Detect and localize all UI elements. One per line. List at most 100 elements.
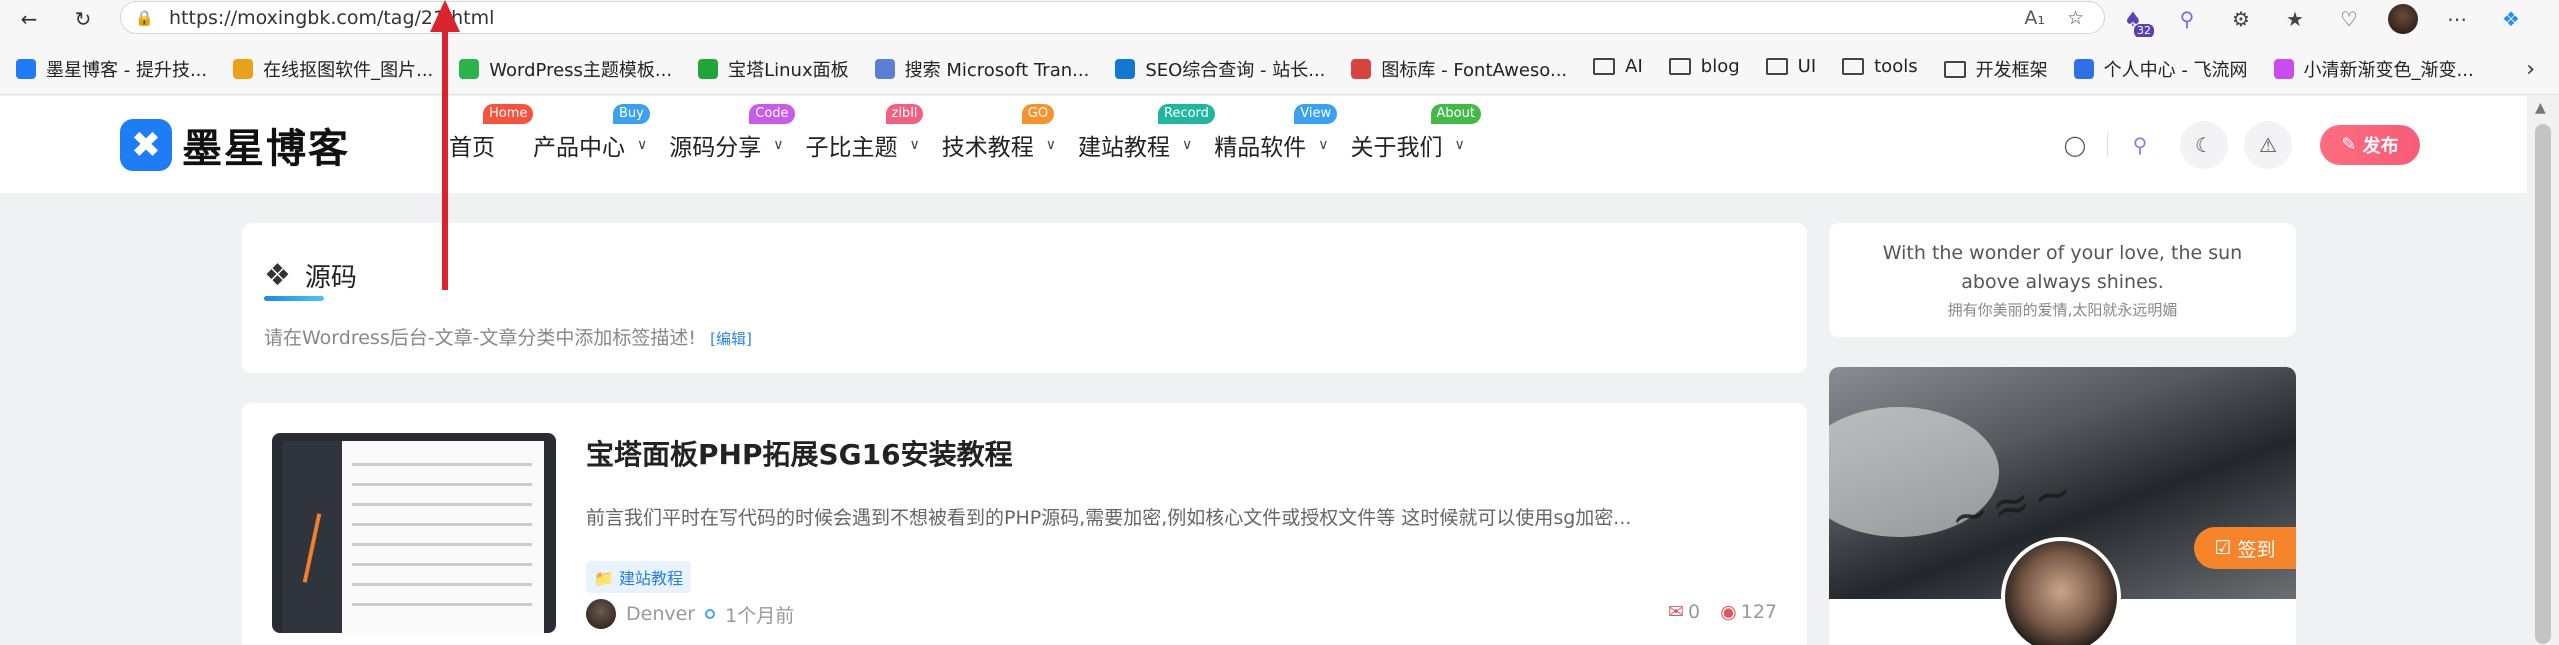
chevron-down-icon[interactable]: ∨ (1455, 137, 1465, 153)
post-card[interactable]: 宝塔面板PHP拓展SG16安装教程 前言我们平时在写代码的时候会遇到不想被看到的… (242, 403, 1807, 645)
nav-badge: GO (1021, 103, 1055, 124)
notification-bell-icon[interactable]: ⚠ (2244, 120, 2292, 169)
thumbnail-line (352, 483, 532, 486)
bookmark-item[interactable]: 图标库 - FontAweso... (1351, 56, 1567, 82)
bookmark-item[interactable]: 在线抠图软件_图片... (233, 56, 433, 82)
profile-avatar[interactable] (2388, 3, 2418, 34)
nav-badge: Buy (613, 103, 650, 124)
tags-icon: ❖ (264, 258, 291, 293)
bookmarks-more-chevron-icon[interactable]: › (2526, 57, 2535, 82)
back-icon[interactable]: ← (12, 2, 46, 36)
page-scrollbar[interactable]: ▲ (2527, 96, 2559, 645)
bookmark-item[interactable]: 个人中心 - 飞流网 (2073, 56, 2248, 82)
read-aloud-icon[interactable]: A₁ (2024, 7, 2045, 29)
bookmark-label: blog (1700, 56, 1740, 77)
chevron-down-icon[interactable]: ∨ (1182, 137, 1192, 153)
scroll-up-icon[interactable]: ▲ (2535, 100, 2546, 116)
time-dot-icon (705, 609, 716, 619)
bookmark-item[interactable]: 搜索 Microsoft Tran... (874, 56, 1089, 82)
iconlib-favicon (1351, 59, 1372, 79)
nav-item[interactable]: 技术教程 GO ∨ (942, 103, 1056, 162)
extensions-puzzle-icon[interactable]: ⚙ (2226, 4, 2256, 34)
bookmark-label: SEO综合查询 - 站长... (1145, 60, 1326, 81)
dark-mode-icon[interactable]: ☾ (2180, 120, 2228, 169)
nav-item[interactable]: 首页 Home (449, 103, 534, 162)
post-excerpt: 前言我们平时在写代码的时候会遇到不想被看到的PHP源码,需要加密,例如核心文件或… (586, 507, 1632, 529)
chevron-down-icon[interactable]: ∨ (773, 137, 783, 153)
publish-button[interactable]: ✎ 发布 (2320, 124, 2420, 165)
site-logo[interactable]: ✖ 墨星博客 (120, 116, 350, 174)
nav-item[interactable]: 建站教程 Record ∨ (1078, 103, 1215, 162)
chevron-down-icon[interactable]: ∨ (637, 137, 647, 153)
browser-essentials-icon[interactable]: ♡ (2334, 4, 2364, 34)
bookmark-item[interactable]: AI (1593, 56, 1643, 77)
bookmark-item[interactable]: 宝塔Linux面板 (698, 56, 849, 82)
nav-item[interactable]: 产品中心 Buy ∨ (533, 103, 650, 162)
address-bar[interactable]: 🔒 https://moxingbk.com/tag/21.html A₁ ☆ (120, 1, 2105, 34)
bookmark-item[interactable]: tools (1842, 56, 1918, 77)
folder-icon (1943, 60, 1966, 78)
post-category-label: 建站教程 (619, 569, 684, 588)
refresh-icon[interactable]: ↻ (66, 2, 100, 36)
more-menu-icon[interactable]: ⋯ (2442, 4, 2472, 34)
bookmark-label: AI (1625, 56, 1643, 77)
author-name[interactable]: Denver (626, 603, 695, 625)
nav-badge: zibll (885, 103, 924, 124)
bookmark-item[interactable]: 小清新渐变色_渐变... (2273, 56, 2474, 82)
bookmark-item[interactable]: blog (1668, 56, 1740, 77)
tag-description-text: 请在Wordress后台-文章-文章分类中添加标签描述! (264, 327, 697, 349)
blog-favicon (16, 59, 36, 79)
bookmark-item[interactable]: 开发框架 (1943, 56, 2048, 82)
nav-badge: Home (483, 103, 534, 124)
scrollbar-thumb[interactable] (2535, 124, 2551, 644)
post-title[interactable]: 宝塔面板PHP拓展SG16安装教程 (586, 433, 1013, 473)
nav-item[interactable]: 精品软件 View ∨ (1214, 103, 1338, 162)
lock-icon[interactable]: 🔒 (135, 9, 155, 27)
bookmark-label: tools (1874, 56, 1918, 77)
chevron-down-icon[interactable]: ∨ (1318, 137, 1328, 153)
nav-item[interactable]: 关于我们 About ∨ (1350, 103, 1481, 162)
bookmark-item[interactable]: 墨星博客 - 提升技... (16, 56, 207, 82)
bookmark-item[interactable]: WordPress主题模板... (459, 56, 672, 82)
nav-item[interactable]: 源码分享 Code ∨ (669, 103, 795, 162)
extension-icon[interactable]: ♠ 32 (2118, 4, 2154, 38)
author-avatar[interactable] (586, 599, 616, 629)
post-time: 1个月前 (725, 604, 795, 627)
post-thumbnail[interactable] (272, 433, 556, 633)
annotation-arrow (442, 10, 448, 290)
copilot-icon[interactable]: ❖ (2496, 4, 2526, 34)
cutout-favicon (233, 59, 254, 79)
quote-chinese: 拥有你美丽的爱情,太阳就永远明媚 (1947, 301, 2178, 319)
favorites-icon[interactable]: ★ (2280, 4, 2310, 34)
edit-link[interactable]: [编辑] (710, 330, 752, 348)
chevron-down-icon[interactable]: ∨ (910, 137, 920, 153)
nav-item-label: 子比主题 (805, 134, 898, 161)
nav-badge: About (1430, 103, 1481, 124)
post-stats: ✉ 0 ◉ 127 (1668, 601, 1777, 623)
favorite-star-icon[interactable]: ☆ (2067, 7, 2084, 29)
folder-icon (1842, 58, 1865, 75)
folder-icon (1593, 58, 1616, 75)
lightbulb-icon[interactable]: ◯ (2051, 121, 2099, 169)
folder-icon (1765, 58, 1788, 75)
bookmark-item[interactable]: SEO综合查询 - 站长... (1115, 56, 1325, 82)
thumbnail-line (352, 503, 532, 506)
nav-item-label: 关于我们 (1350, 134, 1443, 161)
thumbnail-line (352, 583, 532, 586)
profile-avatar-large[interactable] (2001, 537, 2121, 645)
nav-item-label: 源码分享 (669, 134, 762, 161)
nav-item[interactable]: 子比主题 zibll ∨ (805, 103, 924, 162)
gradient-favicon (2273, 59, 2294, 79)
bookmark-item[interactable]: UI (1765, 56, 1816, 77)
bookmark-label: 个人中心 - 飞流网 (2103, 60, 2248, 81)
feiliu-favicon (2073, 59, 2094, 79)
thumbnail-line (352, 543, 532, 546)
search-icon[interactable]: ⚲ (2116, 121, 2164, 169)
thumbnail-line (352, 463, 532, 466)
signin-button[interactable]: ☑ 签到 (2194, 527, 2296, 569)
nav-item-label: 产品中心 (533, 134, 625, 161)
post-category[interactable]: 📁 建站教程 (586, 561, 692, 593)
chevron-down-icon[interactable]: ∨ (1046, 137, 1056, 153)
search-extension-icon[interactable]: ⚲ (2172, 4, 2202, 34)
post-meta: Denver 1个月前 (586, 599, 794, 629)
